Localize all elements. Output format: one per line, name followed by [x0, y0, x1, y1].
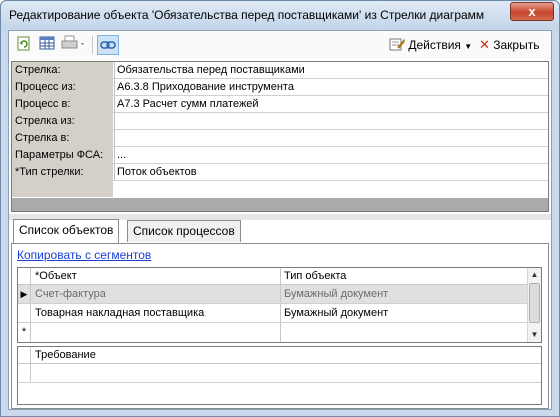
- property-row-arrow-type: *Тип стрелки: Поток объектов: [12, 164, 548, 181]
- properties-footer: [12, 198, 548, 211]
- property-label: Стрелка в:: [12, 130, 113, 146]
- actions-icon: [389, 38, 405, 51]
- row-header-corner: [18, 347, 31, 363]
- close-label: Закрыть: [493, 38, 540, 52]
- property-label: Стрелка:: [12, 62, 113, 78]
- property-label: *Тип стрелки:: [12, 164, 113, 180]
- objects-grid-scrollbar[interactable]: ▲ ▼: [527, 268, 541, 342]
- dialog-window: Редактирование объекта 'Обязательства пе…: [0, 0, 560, 417]
- client-area: Действия ▼ ✕ Закрыть Стрелка: Обязательс…: [8, 30, 552, 410]
- property-value[interactable]: А6.3.8 Приходование инструмента: [114, 79, 548, 95]
- requirements-grid-header: Требование: [18, 347, 541, 364]
- scrollbar-thumb[interactable]: [529, 283, 540, 323]
- tab-strip: Список объектов Список процессов: [9, 219, 551, 244]
- scroll-up-icon[interactable]: ▲: [528, 268, 541, 282]
- column-header-object-type[interactable]: Тип объекта: [281, 268, 528, 284]
- refresh-icon: [17, 36, 30, 51]
- property-row-arrow: Стрелка: Обязательства перед поставщикам…: [12, 62, 548, 79]
- property-label: [12, 181, 113, 197]
- toolbar-separator: [92, 36, 93, 54]
- requirements-grid: Требование: [17, 346, 542, 405]
- property-value[interactable]: [114, 130, 548, 146]
- print-icon: [61, 35, 84, 49]
- property-row-empty: [12, 181, 548, 198]
- actions-label: Действия: [408, 38, 461, 52]
- column-header-requirement[interactable]: Требование: [32, 347, 541, 363]
- cell-object-type-new[interactable]: [281, 323, 528, 342]
- property-row-arrow-from: Стрелка из:: [12, 113, 548, 130]
- cell-object[interactable]: Товарная накладная поставщика: [32, 304, 281, 322]
- property-value[interactable]: А7.3 Расчет сумм платежей: [114, 96, 548, 112]
- table-row[interactable]: Товарная накладная поставщика Бумажный д…: [18, 304, 528, 323]
- requirements-new-row[interactable]: [18, 364, 541, 383]
- property-row-fsa-params: Параметры ФСА: ...: [12, 147, 548, 164]
- objects-grid-header: *Объект Тип объекта: [18, 268, 528, 285]
- toolbar: Действия ▼ ✕ Закрыть: [9, 31, 551, 59]
- objects-grid: *Объект Тип объекта ▶ Счет-фактура Бумаж…: [17, 267, 542, 343]
- property-label: Параметры ФСА:: [12, 147, 113, 163]
- column-header-object[interactable]: *Объект: [32, 268, 281, 284]
- title-bar[interactable]: Редактирование объекта 'Обязательства пе…: [1, 1, 559, 29]
- property-value[interactable]: [114, 113, 548, 129]
- window-close-button[interactable]: x: [510, 2, 554, 21]
- table-view-button[interactable]: [39, 35, 55, 55]
- cell-object-type[interactable]: Бумажный документ: [281, 285, 528, 303]
- row-indicator: [18, 364, 31, 382]
- property-label: Процесс из:: [12, 79, 113, 95]
- property-value[interactable]: ...: [114, 147, 548, 163]
- row-current-indicator: ▶: [18, 285, 31, 303]
- new-row-indicator: *: [18, 323, 31, 342]
- link-icon: [100, 41, 116, 49]
- property-row-process-to: Процесс в: А7.3 Расчет сумм платежей: [12, 96, 548, 113]
- chevron-down-icon: ▼: [464, 42, 473, 51]
- window-title: Редактирование объекта 'Обязательства пе…: [9, 8, 485, 22]
- actions-menu-button[interactable]: Действия ▼: [389, 37, 472, 52]
- cell-requirement[interactable]: [32, 364, 541, 382]
- tab-objects-list[interactable]: Список объектов: [13, 219, 120, 243]
- close-button[interactable]: ✕ Закрыть: [479, 37, 539, 53]
- properties-grid: Стрелка: Обязательства перед поставщикам…: [11, 61, 549, 212]
- property-row-process-from: Процесс из: А6.3.8 Приходование инструме…: [12, 79, 548, 96]
- property-label: Процесс в:: [12, 96, 113, 112]
- objects-tab-panel: Копировать с сегментов *Объект Тип объек…: [11, 243, 549, 409]
- table-icon: [39, 36, 55, 50]
- row-indicator: [18, 304, 31, 322]
- cell-object-new[interactable]: [32, 323, 281, 342]
- new-row[interactable]: *: [18, 323, 528, 342]
- table-row[interactable]: ▶ Счет-фактура Бумажный документ: [18, 285, 528, 304]
- print-button[interactable]: [61, 35, 87, 55]
- refresh-button[interactable]: [16, 35, 32, 55]
- property-label: Стрелка из:: [12, 113, 113, 129]
- cell-object[interactable]: Счет-фактура: [32, 285, 281, 303]
- property-value[interactable]: Обязательства перед поставщиками: [114, 62, 548, 78]
- link-button[interactable]: [97, 35, 119, 55]
- property-value[interactable]: Поток объектов: [114, 164, 548, 180]
- row-header-corner: [18, 268, 31, 284]
- copy-from-segments-link[interactable]: Копировать с сегментов: [17, 248, 151, 262]
- tab-processes-list[interactable]: Список процессов: [127, 220, 241, 242]
- scroll-down-icon[interactable]: ▼: [528, 328, 541, 342]
- close-icon: ✕: [479, 37, 490, 52]
- cell-object-type[interactable]: Бумажный документ: [281, 304, 528, 322]
- property-row-arrow-to: Стрелка в:: [12, 130, 548, 147]
